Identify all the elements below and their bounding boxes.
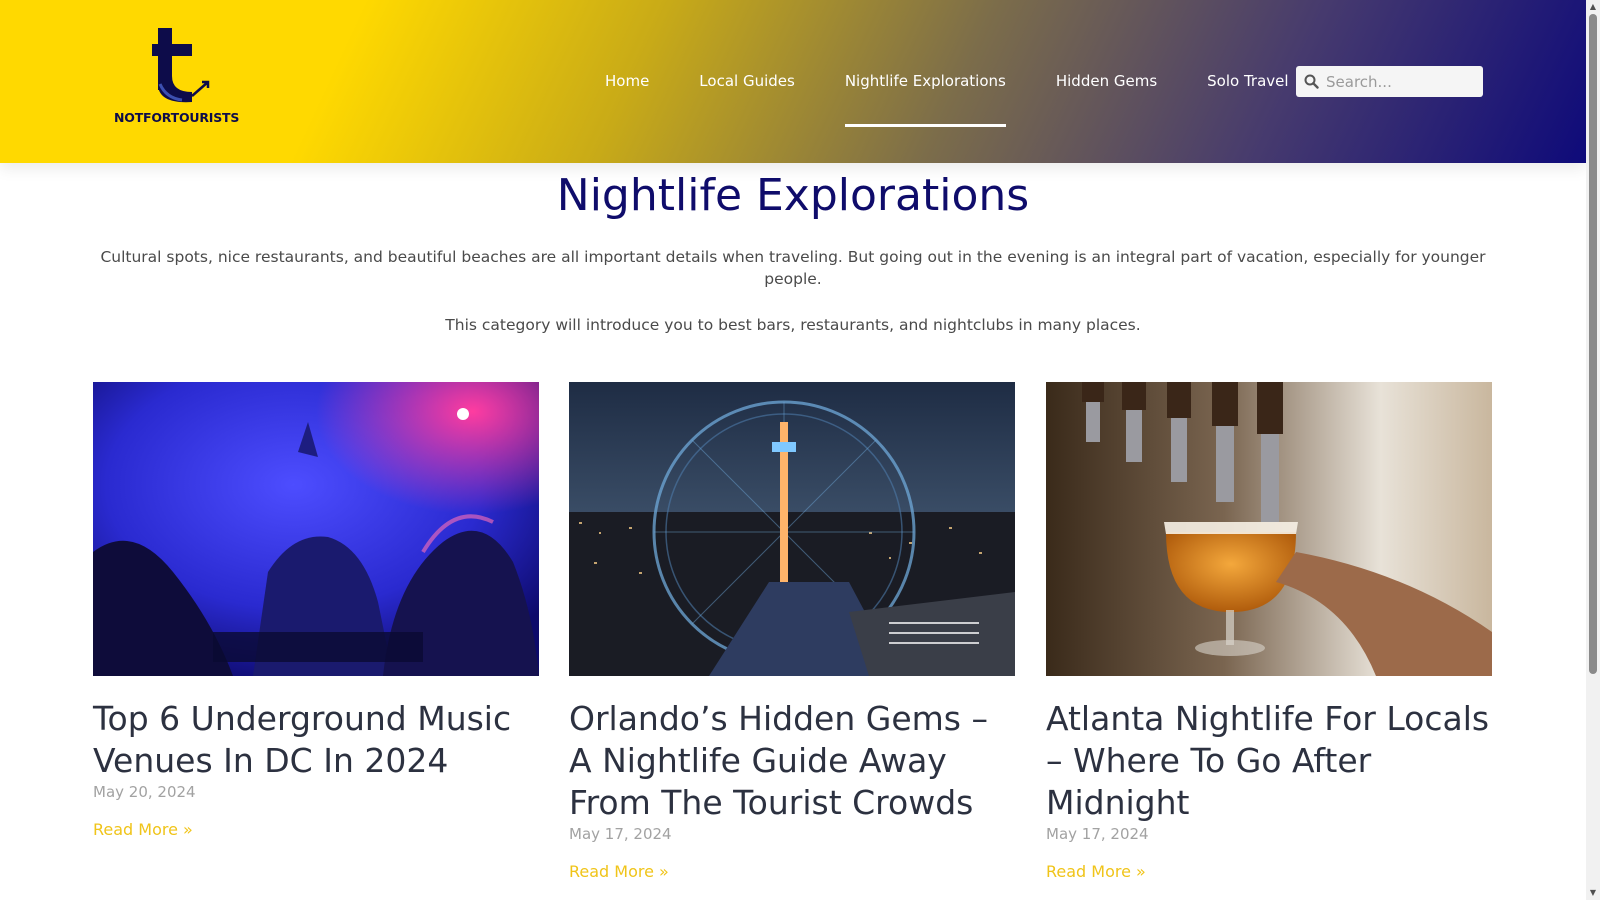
- nav-hidden-gems[interactable]: Hidden Gems: [1031, 58, 1182, 104]
- search-input[interactable]: [1326, 67, 1476, 96]
- post-thumbnail[interactable]: [1046, 382, 1492, 676]
- page-scrollbar[interactable]: ▲ ▼: [1586, 0, 1600, 900]
- nav-nightlife-explorations[interactable]: Nightlife Explorations: [820, 58, 1031, 127]
- post-date: May 17, 2024: [569, 825, 672, 843]
- post-date: May 20, 2024: [93, 783, 196, 801]
- category-intro: Cultural spots, nice restaurants, and be…: [100, 248, 1486, 288]
- post-title[interactable]: Top 6 Underground Music Venues In DC In …: [93, 698, 539, 782]
- dj-club-photo: [93, 382, 539, 676]
- site-logo[interactable]: NOTFORTOURISTS: [114, 26, 240, 130]
- scroll-up-icon[interactable]: ▲: [1586, 0, 1600, 14]
- site-header: NOTFORTOURISTS Home Local Guides Nightli…: [0, 0, 1586, 163]
- scroll-thumb[interactable]: [1589, 14, 1597, 674]
- post-card: Orlando’s Hidden Gems – A Nightlife Guid…: [569, 382, 1015, 881]
- read-more-link[interactable]: Read More »: [93, 820, 193, 839]
- nav-local-guides[interactable]: Local Guides: [674, 58, 820, 104]
- main-nav: Home Local Guides Nightlife Explorations…: [580, 58, 1314, 127]
- post-card: Top 6 Underground Music Venues In DC In …: [93, 382, 539, 839]
- nav-solo-travel[interactable]: Solo Travel: [1182, 58, 1313, 104]
- post-title[interactable]: Atlanta Nightlife For Locals – Where To …: [1046, 698, 1492, 824]
- post-thumbnail[interactable]: [93, 382, 539, 676]
- post-date: May 17, 2024: [1046, 825, 1149, 843]
- ferris-wheel-night-photo: [569, 382, 1015, 676]
- logo-icon: [152, 28, 210, 103]
- page-title: Nightlife Explorations: [556, 170, 1030, 221]
- read-more-link[interactable]: Read More »: [1046, 862, 1146, 881]
- nav-home[interactable]: Home: [580, 58, 674, 104]
- category-description: This category will introduce you to best…: [445, 316, 1141, 334]
- post-thumbnail[interactable]: [569, 382, 1015, 676]
- post-title[interactable]: Orlando’s Hidden Gems – A Nightlife Guid…: [569, 698, 1015, 824]
- post-card: Atlanta Nightlife For Locals – Where To …: [1046, 382, 1492, 881]
- scroll-down-icon[interactable]: ▼: [1586, 886, 1600, 900]
- search-box: [1296, 66, 1483, 97]
- logo-text: NOTFORTOURISTS: [114, 110, 240, 125]
- search-icon[interactable]: [1296, 66, 1326, 97]
- beer-tap-photo: [1046, 382, 1492, 676]
- read-more-link[interactable]: Read More »: [569, 862, 669, 881]
